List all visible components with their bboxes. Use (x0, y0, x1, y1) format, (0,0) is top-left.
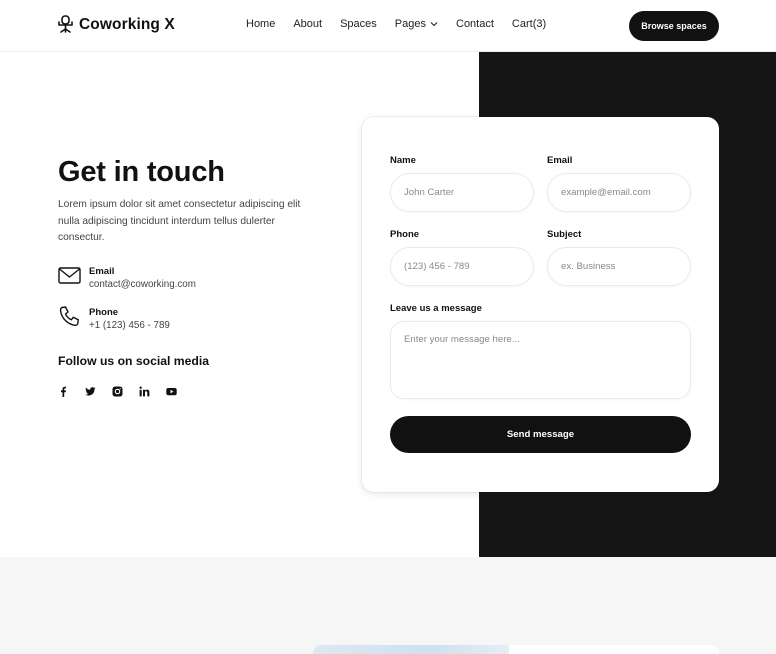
message-label: Leave us a message (390, 303, 482, 314)
social-links (58, 386, 177, 397)
browse-spaces-button[interactable]: Browse spaces (629, 11, 719, 41)
facebook-icon[interactable] (58, 386, 69, 397)
nav-about[interactable]: About (293, 18, 322, 30)
email-value[interactable]: contact@coworking.com (89, 279, 196, 290)
next-section (0, 557, 776, 654)
contact-email: Email contact@coworking.com (58, 264, 196, 290)
contact-phone: Phone +1 (123) 456 - 789 (58, 305, 170, 331)
phone-input[interactable] (390, 247, 534, 286)
nav-spaces[interactable]: Spaces (340, 18, 377, 30)
follow-heading: Follow us on social media (58, 354, 210, 368)
phone-field-label: Phone (390, 229, 420, 240)
send-message-button[interactable]: Send message (390, 416, 691, 453)
name-input[interactable] (390, 173, 534, 212)
phone-value[interactable]: +1 (123) 456 - 789 (89, 320, 170, 331)
logo-text: Coworking X (79, 15, 175, 33)
twitter-icon[interactable] (85, 386, 96, 397)
page-title: Get in touch (58, 156, 225, 188)
nav-pages-label: Pages (394, 18, 426, 30)
phone-label: Phone (89, 307, 119, 318)
nav-home[interactable]: Home (246, 18, 275, 30)
instagram-icon[interactable] (112, 386, 123, 397)
nav-cart[interactable]: Cart(3) (512, 18, 546, 30)
message-textarea[interactable] (390, 321, 691, 399)
contact-section: Get in touch Lorem ipsum dolor sit amet … (0, 52, 776, 557)
main-nav: Home About Spaces Pages Contact Cart(3) (246, 18, 546, 30)
office-chair-icon (57, 15, 74, 34)
name-label: Name (390, 155, 416, 166)
subject-label: Subject (547, 229, 582, 240)
subject-input[interactable] (547, 247, 691, 286)
chevron-down-icon (430, 22, 438, 27)
contact-description: Lorem ipsum dolor sit amet consectetur a… (58, 199, 301, 243)
next-section-card (509, 645, 719, 654)
email-field-label: Email (547, 155, 573, 166)
email-label: Email (89, 266, 115, 277)
nav-pages[interactable]: Pages (395, 18, 438, 30)
nav-contact[interactable]: Contact (456, 18, 494, 30)
linkedin-icon[interactable] (139, 386, 150, 397)
logo[interactable]: Coworking X (57, 15, 175, 34)
mail-icon (58, 264, 81, 287)
phone-icon (58, 305, 81, 328)
email-input[interactable] (547, 173, 691, 212)
youtube-icon[interactable] (166, 386, 177, 397)
contact-form: Name Email Phone Subject Leave us a mess… (362, 117, 719, 492)
site-header: Coworking X Home About Spaces Pages Cont… (0, 0, 776, 52)
office-image (313, 645, 509, 654)
